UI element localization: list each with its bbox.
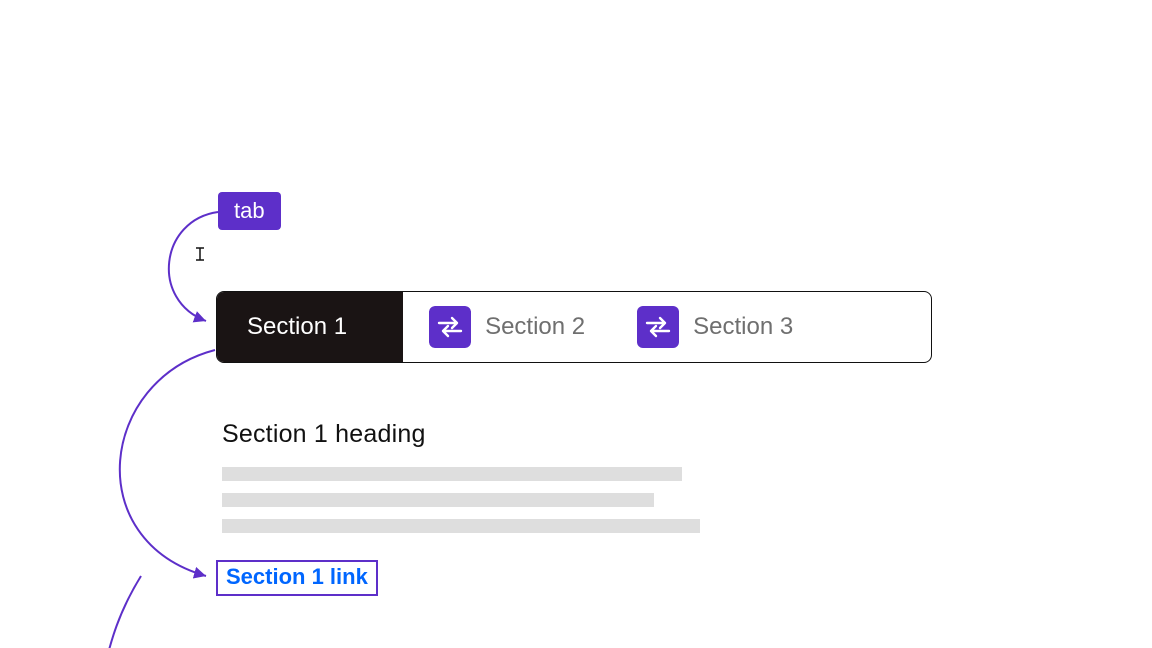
section-heading: Section 1 heading <box>222 420 700 449</box>
role-badge-tab: tab <box>218 192 281 230</box>
tab-section-1[interactable]: Section 1 <box>217 292 403 362</box>
tab-label: Section 2 <box>485 313 585 341</box>
tab-bar: Section 1 Section 2 Section 3 <box>216 291 932 363</box>
tab-label: Section 3 <box>693 313 793 341</box>
placeholder-line <box>222 467 682 481</box>
placeholder-line <box>222 493 654 507</box>
swap-icon <box>429 306 471 348</box>
role-badge-label: tab <box>234 198 265 223</box>
swap-icon <box>637 306 679 348</box>
focused-link-outline: Section 1 link <box>216 560 378 596</box>
placeholder-line <box>222 519 700 533</box>
tab-section-3[interactable]: Section 3 <box>611 292 819 362</box>
tab-label: Section 1 <box>247 313 347 341</box>
section-content: Section 1 heading <box>222 420 700 545</box>
section-1-link[interactable]: Section 1 link <box>226 564 368 589</box>
placeholder-text <box>222 467 700 533</box>
tab-section-2[interactable]: Section 2 <box>403 292 611 362</box>
